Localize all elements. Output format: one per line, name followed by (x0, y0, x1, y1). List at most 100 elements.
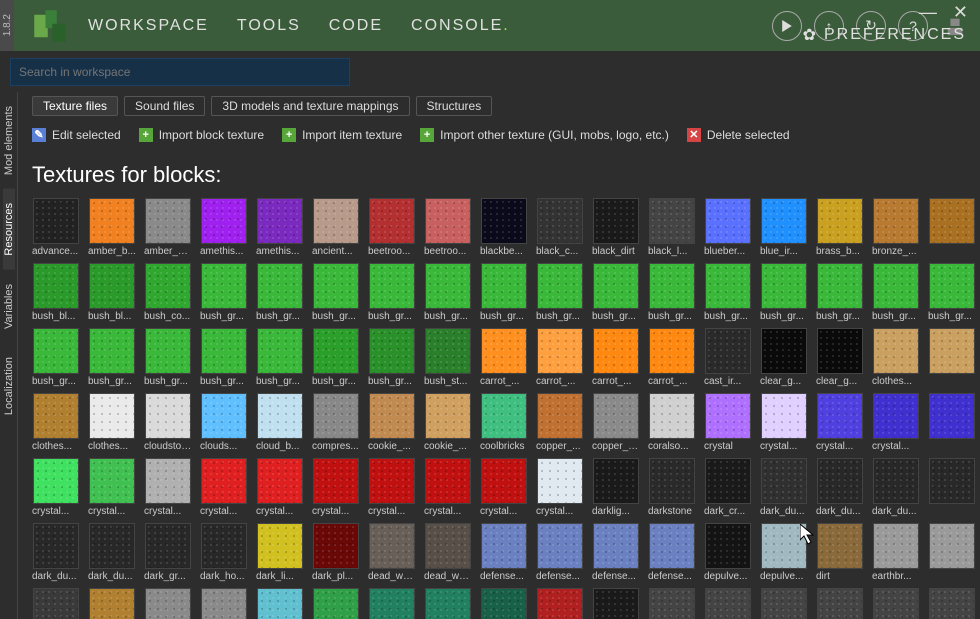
tab-3d-models-and-texture-mappings[interactable]: 3D models and texture mappings (211, 96, 409, 116)
texture-item[interactable]: crystal... (536, 458, 584, 517)
texture-item[interactable]: bush_gr... (816, 263, 864, 322)
texture-item[interactable]: beetroo... (368, 198, 416, 257)
tab-sound-files[interactable]: Sound files (124, 96, 205, 116)
texture-item[interactable]: defense... (648, 523, 696, 582)
texture-item[interactable] (928, 458, 976, 517)
texture-item[interactable]: crystal... (144, 458, 192, 517)
texture-item[interactable]: brass_b... (816, 198, 864, 257)
texture-item[interactable]: crystal... (32, 458, 80, 517)
texture-item[interactable]: bush_gr... (480, 263, 528, 322)
texture-item[interactable]: coralso... (648, 393, 696, 452)
texture-item[interactable]: darkstone (648, 458, 696, 517)
texture-item[interactable]: crystal... (872, 393, 920, 452)
texture-item[interactable]: dark_du... (872, 458, 920, 517)
texture-item[interactable]: compres... (312, 393, 360, 452)
texture-item[interactable]: advance... (32, 198, 80, 257)
import-item-button[interactable]: +Import item texture (282, 128, 402, 142)
texture-item[interactable]: crystal... (760, 393, 808, 452)
texture-item[interactable]: cookie_... (368, 393, 416, 452)
texture-item[interactable] (88, 588, 136, 619)
texture-item[interactable]: clouds... (200, 393, 248, 452)
delete-selected-button[interactable]: ✕Delete selected (687, 128, 790, 142)
texture-item[interactable]: dark_du... (32, 523, 80, 582)
texture-item[interactable]: copper_... (536, 393, 584, 452)
menu-code[interactable]: CODE (329, 17, 383, 35)
texture-item[interactable]: dark_pl... (312, 523, 360, 582)
texture-item[interactable]: crystal... (312, 458, 360, 517)
texture-item[interactable] (872, 588, 920, 619)
edit-selected-button[interactable]: ✎Edit selected (32, 128, 121, 142)
texture-item[interactable] (704, 588, 752, 619)
texture-item[interactable]: bush_gr... (368, 263, 416, 322)
texture-item[interactable] (424, 588, 472, 619)
texture-item[interactable]: bush_gr... (704, 263, 752, 322)
texture-item[interactable]: dark_du... (88, 523, 136, 582)
texture-item[interactable]: amber_ore (144, 198, 192, 257)
texture-item[interactable]: dark_li... (256, 523, 304, 582)
texture-item[interactable]: clothes... (32, 393, 80, 452)
search-input[interactable] (10, 58, 350, 86)
texture-item[interactable] (200, 588, 248, 619)
texture-item[interactable] (312, 588, 360, 619)
texture-item[interactable]: defense... (592, 523, 640, 582)
texture-item[interactable]: black_c... (536, 198, 584, 257)
texture-item[interactable]: defense... (536, 523, 584, 582)
texture-item[interactable]: crystal... (256, 458, 304, 517)
tab-texture-files[interactable]: Texture files (32, 96, 118, 116)
tab-structures[interactable]: Structures (416, 96, 493, 116)
texture-item[interactable] (928, 393, 976, 452)
texture-item[interactable]: blackbe... (480, 198, 528, 257)
texture-item[interactable] (256, 588, 304, 619)
texture-item[interactable]: bush_gr... (200, 263, 248, 322)
texture-item[interactable]: bush_gr... (760, 263, 808, 322)
texture-item[interactable]: dark_gr... (144, 523, 192, 582)
texture-item[interactable] (536, 588, 584, 619)
texture-item[interactable]: depulve... (760, 523, 808, 582)
texture-item[interactable]: ancient... (312, 198, 360, 257)
texture-item[interactable]: dark_cr... (704, 458, 752, 517)
texture-item[interactable]: amber_b... (88, 198, 136, 257)
side-tab-variables[interactable]: Variables (3, 270, 15, 343)
texture-item[interactable]: bush_gr... (256, 263, 304, 322)
texture-item[interactable]: bush_bl... (32, 263, 80, 322)
texture-item[interactable]: cookie_... (424, 393, 472, 452)
texture-item[interactable]: dirt (816, 523, 864, 582)
texture-item[interactable]: bronze_... (872, 198, 920, 257)
texture-item[interactable] (928, 523, 976, 582)
texture-item[interactable]: copper_ore (592, 393, 640, 452)
texture-item[interactable]: dark_du... (760, 458, 808, 517)
texture-item[interactable]: beetroo... (424, 198, 472, 257)
texture-item[interactable]: dead_wo... (424, 523, 472, 582)
texture-item[interactable]: darklig... (592, 458, 640, 517)
texture-item[interactable]: crystal... (480, 458, 528, 517)
texture-item[interactable]: bush_bl... (88, 263, 136, 322)
texture-item[interactable]: depulve... (704, 523, 752, 582)
texture-item[interactable]: bush_gr... (312, 263, 360, 322)
texture-item[interactable]: crystal... (424, 458, 472, 517)
texture-item[interactable]: bush_gr... (592, 263, 640, 322)
texture-item[interactable]: cloud_b... (256, 393, 304, 452)
texture-item[interactable]: carrot_... (648, 328, 696, 387)
texture-item[interactable]: bush_st... (424, 328, 472, 387)
texture-item[interactable]: amethis... (200, 198, 248, 257)
texture-item[interactable]: bush_gr... (928, 263, 976, 322)
texture-item[interactable]: earthbr... (872, 523, 920, 582)
texture-item[interactable]: bush_gr... (144, 328, 192, 387)
minimize-icon[interactable]: — (913, 2, 943, 23)
texture-item[interactable]: amethis... (256, 198, 304, 257)
texture-item[interactable] (648, 588, 696, 619)
texture-item[interactable]: black_l... (648, 198, 696, 257)
texture-item[interactable]: bush_gr... (536, 263, 584, 322)
texture-item[interactable]: dark_du... (816, 458, 864, 517)
texture-item[interactable]: bush_gr... (200, 328, 248, 387)
texture-item[interactable] (928, 588, 976, 619)
texture-item[interactable]: bush_gr... (88, 328, 136, 387)
texture-item[interactable]: black_dirt (592, 198, 640, 257)
import-block-button[interactable]: +Import block texture (139, 128, 264, 142)
import-other-button[interactable]: +Import other texture (GUI, mobs, logo, … (420, 128, 669, 142)
texture-item[interactable] (928, 198, 976, 257)
texture-item[interactable]: bush_gr... (312, 328, 360, 387)
menu-workspace[interactable]: WORKSPACE (88, 17, 209, 35)
texture-item[interactable]: carrot_... (480, 328, 528, 387)
texture-item[interactable]: clear_g... (816, 328, 864, 387)
